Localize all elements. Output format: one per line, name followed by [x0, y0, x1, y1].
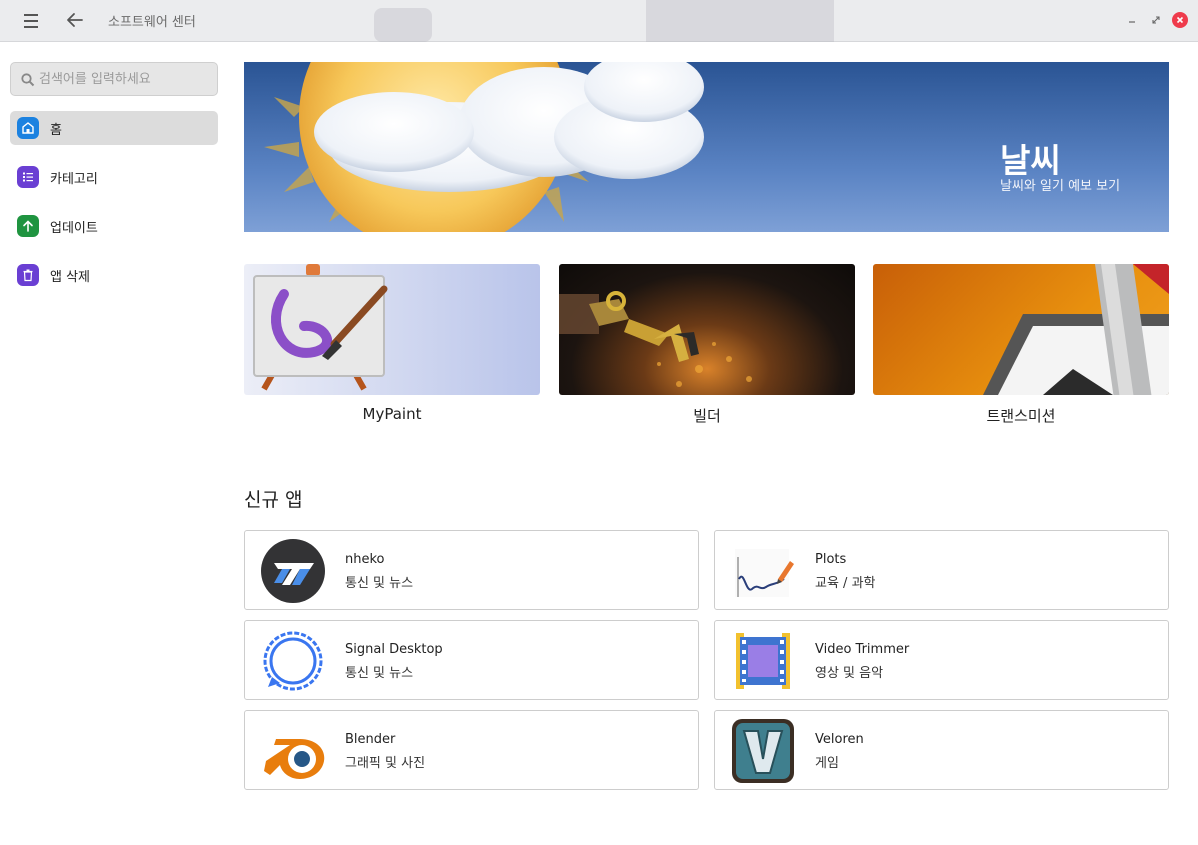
trash-icon — [17, 264, 39, 286]
search-icon — [21, 73, 35, 87]
menu-button[interactable] — [18, 10, 44, 32]
sidebar-item-uninstall[interactable]: 앱 삭제 — [10, 258, 218, 292]
arrow-left-icon — [67, 13, 83, 27]
transmission-icon — [983, 264, 1169, 395]
app-card-blender[interactable]: Blender 그래픽 및 사진 — [244, 710, 699, 790]
app-card-veloren[interactable]: Veloren 게임 — [714, 710, 1169, 790]
featured-tile-transmission[interactable]: 트랜스미션 — [873, 264, 1169, 429]
featured-tile-mypaint[interactable]: MyPaint — [244, 264, 540, 429]
window-title: 소프트웨어 센터 — [108, 15, 196, 30]
featured-label: 빌더 — [693, 407, 721, 425]
sidebar-item-label: 홈 — [50, 123, 62, 138]
builder-robot-icon — [559, 291, 752, 387]
featured-banner-weather[interactable]: 날씨 날씨와 일기 예보 보기 — [244, 62, 1169, 232]
title-bar: 소프트웨어 센터 — [0, 0, 1198, 42]
app-card-video-trimmer[interactable]: Video Trimmer 영상 및 음악 — [714, 620, 1169, 700]
banner-subtitle: 날씨와 일기 예보 보기 — [1000, 179, 1121, 194]
sidebar-item-home[interactable]: 홈 — [10, 111, 218, 145]
sidebar-item-categories[interactable]: 카테고리 — [10, 160, 218, 194]
maximize-icon — [1152, 16, 1160, 24]
app-name: Video Trimmer — [815, 642, 910, 657]
app-name: Plots — [815, 552, 847, 567]
app-category: 영상 및 음악 — [815, 666, 884, 681]
back-button[interactable] — [62, 8, 88, 32]
sidebar-item-label: 앱 삭제 — [50, 270, 91, 285]
app-card-plots[interactable]: Plots 교육 / 과학 — [714, 530, 1169, 610]
close-button[interactable] — [1172, 12, 1188, 28]
minimize-icon — [1129, 21, 1135, 23]
minimize-button[interactable] — [1124, 12, 1140, 28]
mypaint-easel-icon — [253, 264, 388, 391]
app-card-signal-desktop[interactable]: Signal Desktop 통신 및 뉴스 — [244, 620, 699, 700]
background-window-ghost — [646, 0, 834, 42]
app-category: 교육 / 과학 — [815, 576, 876, 591]
arrow-up-icon — [17, 215, 39, 237]
search-box[interactable] — [10, 62, 218, 96]
signal-icon — [263, 631, 323, 691]
list-icon — [17, 166, 39, 188]
home-icon — [17, 117, 39, 139]
featured-label: 트랜스미션 — [986, 407, 1056, 425]
video-trimmer-icon — [736, 633, 790, 689]
close-icon — [1176, 16, 1184, 24]
sidebar-item-label: 업데이트 — [50, 221, 98, 236]
app-category: 통신 및 뉴스 — [345, 666, 414, 681]
veloren-icon — [732, 719, 794, 783]
app-name: Signal Desktop — [345, 642, 443, 657]
search-input[interactable] — [39, 69, 209, 89]
section-title-new-apps: 신규 앱 — [244, 489, 303, 511]
featured-label: MyPaint — [362, 405, 422, 423]
app-name: nheko — [345, 552, 385, 567]
featured-tile-builder[interactable]: 빌더 — [559, 264, 855, 429]
app-name: Veloren — [815, 732, 864, 747]
app-category: 그래픽 및 사진 — [345, 756, 426, 771]
sidebar-item-label: 카테고리 — [50, 172, 98, 187]
blender-icon — [264, 739, 325, 779]
app-name: Blender — [345, 732, 396, 747]
app-category: 게임 — [815, 756, 839, 771]
sidebar-item-updates[interactable]: 업데이트 — [10, 209, 218, 243]
app-category: 통신 및 뉴스 — [345, 576, 414, 591]
app-card-nheko[interactable]: nheko 통신 및 뉴스 — [244, 530, 699, 610]
background-window-ghost — [374, 8, 432, 42]
nheko-icon — [261, 539, 325, 603]
plots-icon — [735, 549, 794, 597]
maximize-button[interactable] — [1148, 12, 1164, 28]
